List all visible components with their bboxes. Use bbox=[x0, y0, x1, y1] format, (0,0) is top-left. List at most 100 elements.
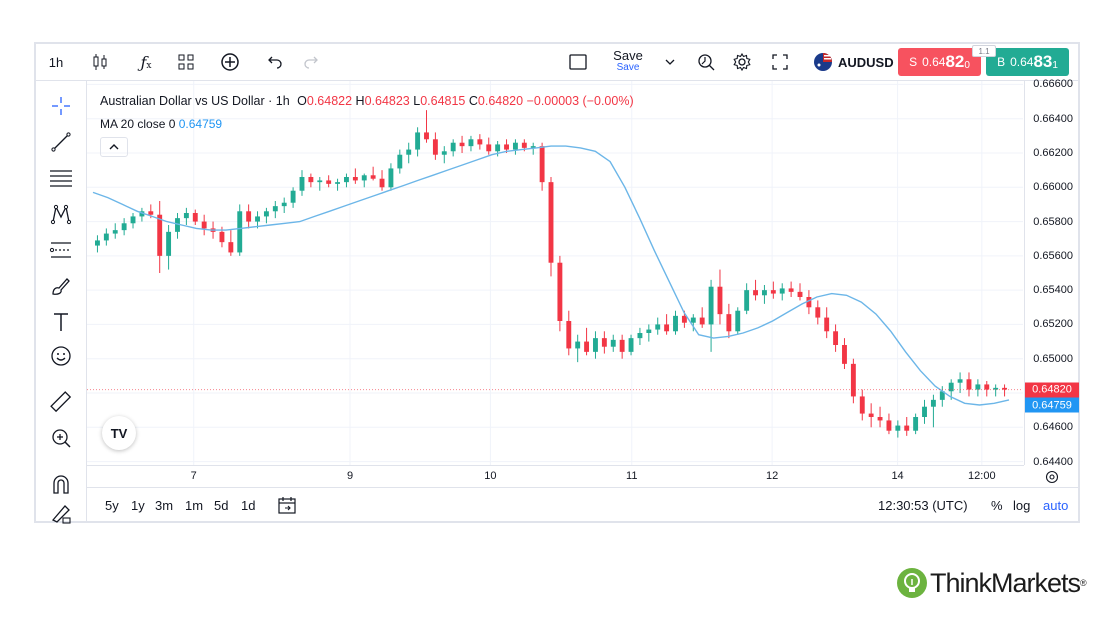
emoji-icon[interactable] bbox=[48, 343, 74, 369]
ma-legend[interactable]: MA 20 close 0 0.64759 bbox=[100, 117, 222, 131]
symbol-selector[interactable]: AUDUSD bbox=[812, 44, 896, 80]
candle-body bbox=[504, 144, 509, 150]
candle-body bbox=[886, 420, 892, 431]
percent-toggle[interactable]: % bbox=[991, 488, 1003, 522]
candle-body bbox=[299, 177, 305, 191]
fullscreen-icon[interactable] bbox=[766, 44, 794, 80]
candle-body bbox=[246, 211, 252, 222]
candle-body bbox=[424, 132, 429, 140]
candles-icon[interactable] bbox=[86, 44, 114, 80]
candle-body bbox=[281, 202, 287, 207]
bottom-toolbar: 5y 1y 3m 1m 5d 1d 12:30:53 (UTC) % log a… bbox=[87, 487, 1078, 522]
candle-body bbox=[397, 154, 403, 169]
candle-body bbox=[103, 233, 109, 241]
candle-body bbox=[984, 384, 990, 390]
time-tick-label: 12 bbox=[766, 470, 779, 482]
sell-button[interactable]: S 0.64 82 0 bbox=[898, 48, 981, 76]
candle-body bbox=[655, 324, 661, 330]
candle-body bbox=[646, 329, 652, 333]
candle-body bbox=[726, 314, 732, 332]
date-range-icon[interactable] bbox=[277, 488, 297, 522]
crosshair-icon[interactable] bbox=[48, 93, 74, 119]
zoom-icon[interactable] bbox=[48, 425, 74, 451]
range-1d[interactable]: 1d bbox=[241, 488, 255, 522]
ma-value: 0.64759 bbox=[178, 117, 223, 131]
candle-body bbox=[584, 341, 590, 352]
lock-pencil-icon[interactable] bbox=[48, 501, 74, 527]
candle-body bbox=[370, 175, 376, 179]
price-chart[interactable] bbox=[87, 81, 1023, 465]
replay-icon[interactable] bbox=[692, 44, 720, 80]
candle-body bbox=[192, 213, 198, 222]
log-toggle[interactable]: log bbox=[1013, 488, 1030, 522]
range-5y[interactable]: 5y bbox=[105, 488, 119, 522]
auto-toggle[interactable]: auto bbox=[1043, 488, 1068, 522]
candle-body bbox=[166, 231, 172, 256]
candle-body bbox=[842, 345, 847, 364]
candle-body bbox=[833, 331, 839, 345]
candle-body bbox=[708, 286, 714, 325]
function-icon[interactable]: ƒx bbox=[132, 44, 160, 80]
chevron-down-icon[interactable] bbox=[658, 44, 682, 80]
brush-icon[interactable] bbox=[48, 273, 74, 299]
horizontal-lines-icon[interactable] bbox=[48, 165, 74, 191]
fib-icon[interactable] bbox=[48, 237, 74, 263]
collapse-legend-button[interactable] bbox=[100, 137, 128, 157]
add-indicator-icon[interactable] bbox=[216, 44, 244, 80]
price-tick-label: 0.66400 bbox=[1033, 112, 1073, 125]
candle-body bbox=[255, 216, 260, 222]
legend-change: −0.00003 (−0.00%) bbox=[526, 94, 634, 108]
candle-body bbox=[495, 144, 501, 152]
layout-icon[interactable] bbox=[564, 44, 592, 80]
price-tick-label: 0.66000 bbox=[1033, 181, 1073, 194]
candle-body bbox=[441, 151, 447, 155]
candle-body bbox=[761, 290, 767, 296]
candle-body bbox=[975, 384, 981, 390]
tradingview-logo[interactable]: TV bbox=[102, 416, 136, 450]
candle-body bbox=[619, 339, 625, 352]
clock-utc[interactable]: 12:30:53 (UTC) bbox=[878, 488, 968, 522]
candle-body bbox=[486, 144, 492, 152]
trend-line-icon[interactable] bbox=[48, 129, 74, 155]
templates-icon[interactable] bbox=[172, 44, 200, 80]
redo-icon[interactable] bbox=[298, 44, 326, 80]
gear-icon[interactable] bbox=[728, 44, 756, 80]
candle-body bbox=[237, 211, 243, 253]
pattern-icon[interactable] bbox=[48, 201, 74, 227]
time-axis[interactable]: 7 9 10 11 12 14 12:00 bbox=[87, 465, 1024, 488]
candle-body bbox=[344, 177, 349, 183]
candle-body bbox=[317, 180, 323, 183]
candle-body bbox=[673, 315, 678, 332]
price-tick-label: 0.66600 bbox=[1033, 78, 1073, 91]
candle-body bbox=[201, 221, 207, 229]
text-icon[interactable] bbox=[48, 309, 74, 335]
price-axis[interactable]: 0.66600 0.66400 0.66200 0.66000 0.65800 0.656… bbox=[1024, 78, 1079, 468]
legend-title: Australian Dollar vs US Dollar · 1h bbox=[100, 94, 290, 108]
candle-body bbox=[415, 132, 421, 150]
candle-body bbox=[904, 425, 910, 431]
candle-body bbox=[601, 338, 607, 347]
undo-icon[interactable] bbox=[260, 44, 288, 80]
last-price-tag: 0.64820 bbox=[1025, 382, 1079, 398]
chart-pane[interactable] bbox=[87, 81, 1023, 465]
range-5d[interactable]: 5d bbox=[214, 488, 228, 522]
candle-body bbox=[326, 180, 332, 184]
sell-price-tail: 0 bbox=[964, 59, 970, 71]
ruler-icon[interactable] bbox=[48, 389, 74, 415]
interval-button[interactable]: 1h bbox=[40, 44, 72, 80]
save-button[interactable]: Save Save bbox=[608, 44, 648, 80]
range-1y[interactable]: 1y bbox=[131, 488, 145, 522]
range-1m[interactable]: 1m bbox=[185, 488, 203, 522]
range-3m[interactable]: 3m bbox=[155, 488, 173, 522]
buy-button[interactable]: B 0.64 83 1 bbox=[986, 48, 1069, 76]
candle-body bbox=[859, 396, 865, 414]
price-tick-label: 0.64600 bbox=[1033, 421, 1073, 434]
candle-body bbox=[263, 211, 269, 217]
symbol-label: AUDUSD bbox=[838, 54, 894, 70]
candle-body bbox=[228, 242, 234, 253]
candle-body bbox=[468, 139, 474, 147]
candle-body bbox=[797, 291, 803, 297]
axis-settings-icon[interactable] bbox=[1042, 467, 1062, 487]
candle-body bbox=[717, 286, 723, 315]
magnet-icon[interactable] bbox=[48, 471, 74, 497]
